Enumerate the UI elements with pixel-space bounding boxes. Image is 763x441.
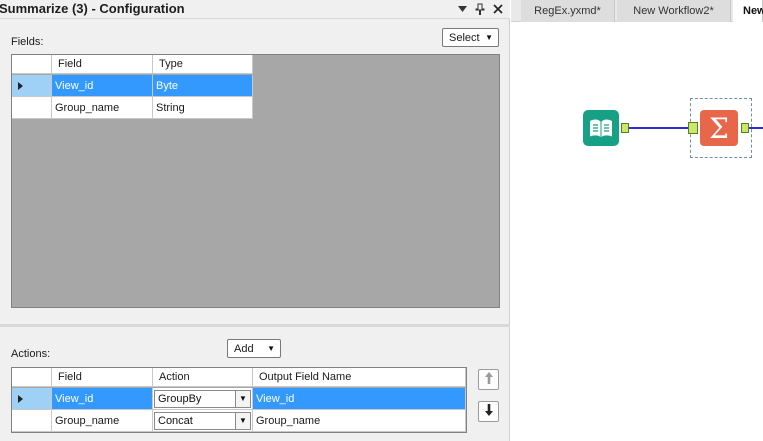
pin-icon[interactable] [472,1,488,17]
field-cell[interactable]: Group_name [52,97,153,119]
table-row[interactable]: View_id GroupBy ▼ View_id [12,388,466,410]
add-dropdown-button[interactable]: Add ▼ [227,339,281,358]
field-cell[interactable]: View_id [52,388,153,410]
action-value: Concat [158,414,193,427]
column-header-type[interactable]: Type [153,55,253,74]
current-row-arrow-icon [18,81,23,90]
fields-grid: Field Type View_id Byte Group_name Strin… [11,54,500,308]
row-header[interactable] [12,97,52,119]
output-anchor[interactable] [621,123,629,133]
fields-label: Fields: [11,36,44,48]
tab-regex-yxmd[interactable]: RegEx.yxmd* [521,0,615,22]
grid-corner [12,368,52,387]
actions-grid-header: Field Action Output Field Name [12,368,466,387]
row-header[interactable] [12,388,52,410]
chevron-down-icon: ▼ [485,33,493,42]
configuration-panel: Summarize (3) - Configuration Fields: Se… [0,0,510,441]
fields-grid-header: Field Type [12,55,253,74]
column-header-field[interactable]: Field [52,368,153,387]
output-field-cell[interactable]: Group_name [253,410,466,432]
action-combo[interactable]: Concat ▼ [153,410,253,432]
panel-titlebar: Summarize (3) - Configuration [0,0,510,19]
column-header-action[interactable]: Action [153,368,253,387]
input-data-tool[interactable] [583,110,619,146]
row-header[interactable] [12,75,52,97]
sigma-icon: Σ [709,111,729,145]
tab-new-workflow2[interactable]: New Workflow2* [617,0,731,22]
table-row[interactable]: View_id Byte [12,75,253,97]
grid-corner [12,55,52,74]
workflow-canvas[interactable]: RegEx.yxmd* New Workflow2* New Σ [511,0,763,441]
input-anchor[interactable] [688,122,698,134]
arrow-up-icon [484,371,494,388]
column-header-field[interactable]: Field [52,55,153,74]
panel-splitter[interactable] [0,324,510,327]
row-header[interactable] [12,410,52,432]
select-button-label: Select [449,31,480,44]
column-header-output-field-name[interactable]: Output Field Name [253,368,466,387]
output-field-cell[interactable]: View_id [253,388,466,410]
document-tab-strip: RegEx.yxmd* New Workflow2* New [511,0,763,22]
workflow-connection[interactable] [626,127,688,129]
field-cell[interactable]: View_id [52,75,153,97]
field-cell[interactable]: Group_name [52,410,153,432]
tab-new-workflow-active[interactable]: New [733,0,763,22]
actions-grid: Field Action Output Field Name View_id G… [11,367,467,433]
actions-label: Actions: [11,348,51,360]
panel-title: Summarize (3) - Configuration [0,1,185,16]
pane-menu-icon[interactable] [454,1,470,17]
output-anchor[interactable] [741,123,749,133]
move-up-button[interactable] [478,369,499,390]
type-cell[interactable]: String [153,97,253,119]
table-row[interactable]: Group_name Concat ▼ Group_name [12,410,466,432]
open-book-icon [590,119,612,137]
action-value: GroupBy [158,392,202,405]
select-dropdown-button[interactable]: Select ▼ [442,28,499,47]
add-button-label: Add [234,342,254,355]
chevron-down-icon[interactable]: ▼ [235,412,250,429]
chevron-down-icon[interactable]: ▼ [235,390,250,407]
action-combo[interactable]: GroupBy ▼ [153,388,253,410]
arrow-down-icon [484,403,494,420]
current-row-arrow-icon [18,394,23,403]
chevron-down-icon: ▼ [267,344,275,353]
close-icon[interactable] [490,1,506,17]
summarize-tool[interactable]: Σ [700,110,738,146]
type-cell[interactable]: Byte [153,75,253,97]
move-down-button[interactable] [478,401,499,422]
table-row[interactable]: Group_name String [12,97,253,119]
